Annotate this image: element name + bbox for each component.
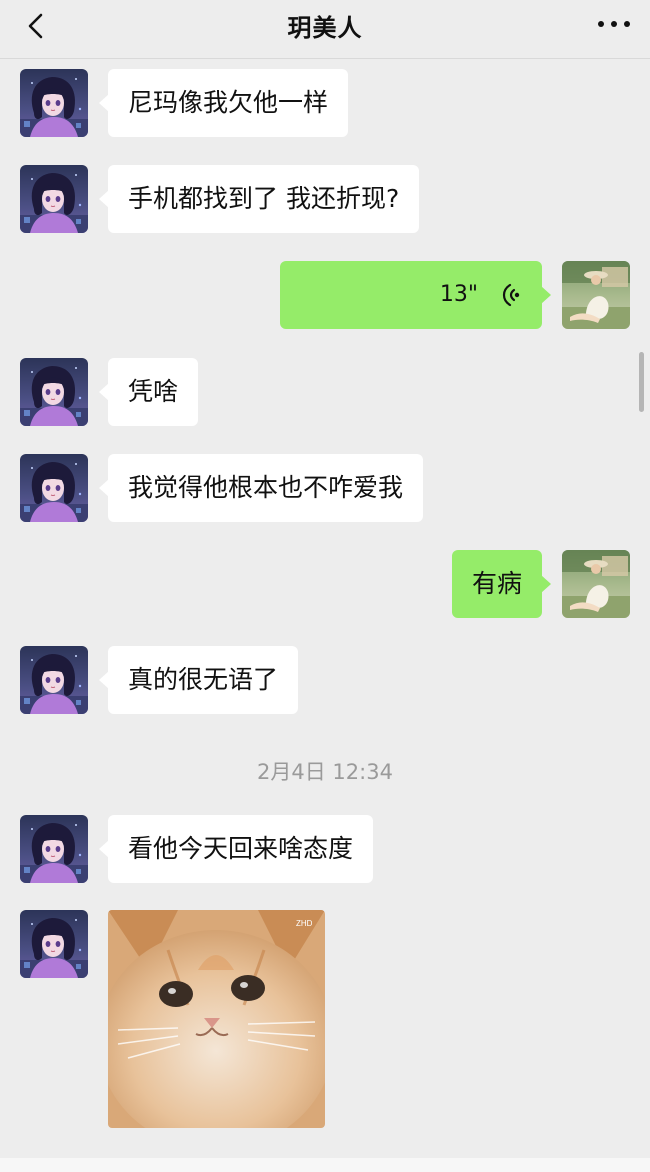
contact-avatar[interactable] (20, 165, 88, 233)
incoming-message-bubble[interactable]: 手机都找到了 我还折现? (98, 165, 420, 233)
incoming-message-bubble[interactable]: 真的很无语了 (98, 646, 299, 714)
contact-avatar[interactable] (20, 454, 88, 522)
contact-avatar[interactable] (20, 815, 88, 883)
voice-message-bubble[interactable]: 13" (280, 261, 551, 329)
voice-wave-icon (502, 283, 520, 307)
outgoing-message-bubble[interactable]: 有病 (451, 550, 552, 618)
nav-divider (0, 58, 650, 59)
nav-bar: 玥美人 (0, 0, 650, 52)
chat-timestamp: 2月4日 12:34 (257, 760, 393, 784)
contact-avatar[interactable] (20, 358, 88, 426)
my-avatar[interactable] (562, 550, 630, 618)
cat-sticker-image[interactable]: ZHD (108, 910, 325, 1128)
sticker-watermark: ZHD (296, 919, 313, 928)
incoming-message-bubble[interactable]: 凭啥 (98, 358, 199, 426)
input-bar-edge (0, 1158, 650, 1172)
contact-avatar[interactable] (20, 646, 88, 714)
contact-avatar[interactable] (20, 910, 88, 978)
voice-duration: 13" (439, 282, 478, 307)
contact-avatar[interactable] (20, 69, 88, 137)
chat-title: 玥美人 (287, 14, 363, 42)
my-avatar[interactable] (562, 261, 630, 329)
incoming-message-bubble[interactable]: 看他今天回来啥态度 (98, 815, 374, 883)
incoming-message-bubble[interactable]: 尼玛像我欠他一样 (98, 69, 349, 137)
incoming-message-bubble[interactable]: 我觉得他根本也不咋爱我 (98, 454, 424, 522)
more-dots-icon[interactable] (596, 14, 632, 34)
scrollbar[interactable] (639, 352, 644, 412)
